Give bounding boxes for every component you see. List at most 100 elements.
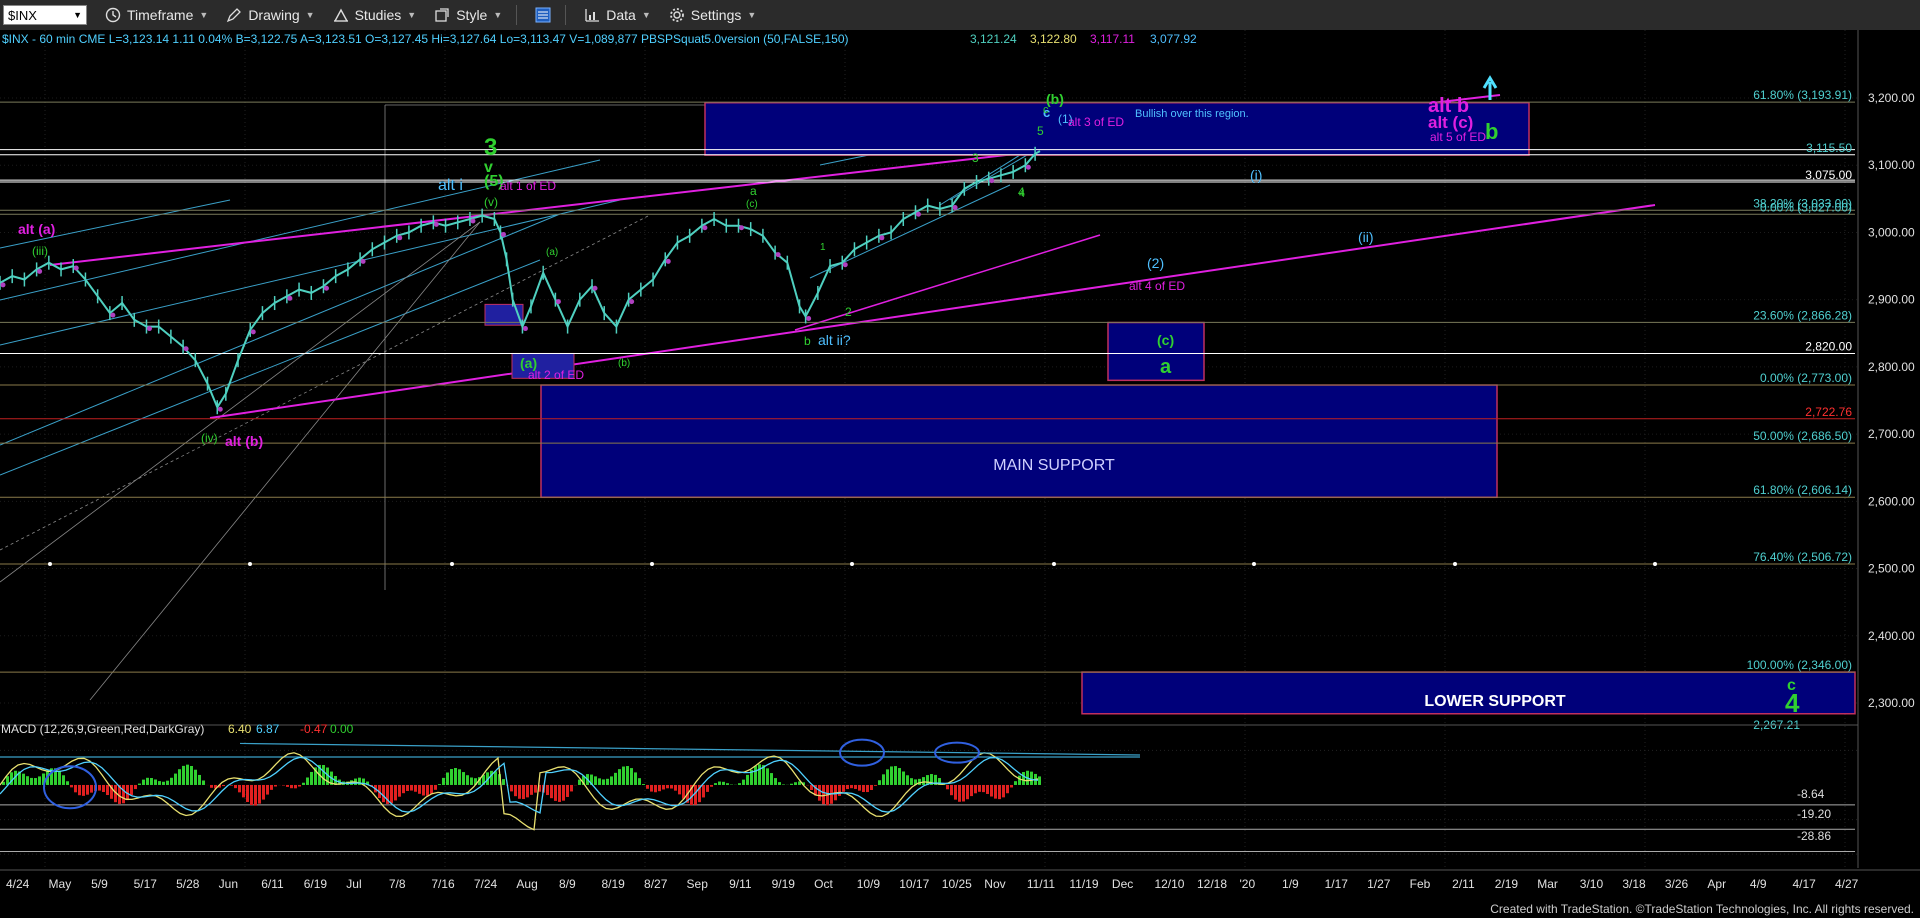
macd-hist-bar <box>222 784 225 787</box>
wave-label: alt ii? <box>818 332 851 348</box>
time-tick-label: 8/9 <box>559 877 576 891</box>
wave-label: 3 <box>972 151 979 165</box>
macd-hist-bar <box>570 784 573 792</box>
macd-v4: 0.00 <box>330 722 354 736</box>
price-tick-label: 2,600.00 <box>1868 494 1915 508</box>
macd-hist-bar <box>246 784 249 803</box>
pivot-dot <box>702 225 708 231</box>
data-button[interactable]: Data ▼ <box>584 7 651 23</box>
time-tick-label: May <box>49 877 72 891</box>
layout-button[interactable] <box>535 7 551 23</box>
level-label: 50.00% (2,686.50) <box>1753 429 1852 443</box>
macd-hist-bar <box>154 779 157 785</box>
macd-hist-bar <box>402 784 405 794</box>
macd-hist-bar <box>678 784 681 795</box>
studies-icon <box>333 8 348 22</box>
style-button[interactable]: Style ▼ <box>434 7 502 23</box>
macd-hist-bar <box>758 764 761 785</box>
wave-label: (ii) <box>1358 229 1374 245</box>
clock-icon <box>105 7 121 23</box>
price-tick-label: 2,800.00 <box>1868 360 1915 374</box>
wave-label: 4 <box>1019 188 1025 200</box>
time-tick-label: 3/10 <box>1580 877 1604 891</box>
settings-button[interactable]: Settings ▼ <box>669 7 756 23</box>
pivot-dot <box>323 285 329 291</box>
macd-hist-bar <box>682 784 685 799</box>
macd-hist-bar <box>182 765 185 785</box>
wave-label: alt 1 of ED <box>500 179 556 193</box>
pivot-dot <box>522 326 528 332</box>
macd-hist-bar <box>210 784 213 788</box>
macd-hist-bar <box>34 778 37 785</box>
level-label: 100.00% (2,346.00) <box>1747 658 1852 672</box>
wave-label: -28.86 <box>1797 829 1831 843</box>
macd-hist-bar <box>454 768 457 785</box>
macd-hist-bar <box>850 784 853 789</box>
macd-hist-bar <box>982 784 985 793</box>
macd-hist-bar <box>818 784 821 801</box>
macd-hist-bar <box>74 784 77 793</box>
wave-label: 2 <box>845 305 852 319</box>
time-tick-label: 3/18 <box>1622 877 1646 891</box>
macd-hist-bar <box>446 772 449 785</box>
time-tick-label: Feb <box>1410 877 1431 891</box>
macd-hist-bar <box>494 771 497 785</box>
timeframe-button[interactable]: Timeframe ▼ <box>105 7 208 23</box>
drawing-button[interactable]: Drawing ▼ <box>226 7 315 23</box>
macd-hist-bar <box>870 784 873 791</box>
time-tick-label: 10/17 <box>899 877 929 891</box>
wave-label: (iv) <box>201 431 218 445</box>
macd-hist-bar <box>650 784 653 792</box>
time-tick-label: 3/26 <box>1665 877 1689 891</box>
level-marker <box>1052 562 1056 567</box>
level-label: 2,820.00 <box>1805 339 1852 353</box>
macd-hist-bar <box>290 784 293 789</box>
macd-hist-bar <box>842 784 845 792</box>
time-tick-label: 12/18 <box>1197 877 1227 891</box>
data-label: Data <box>606 7 636 23</box>
price-tick-label: 2,400.00 <box>1868 629 1915 643</box>
price-axis: 3,200.00 3,100.00 3,000.00 2,900.00 2,800.00… <box>1857 30 1920 890</box>
macd-hist-bar <box>462 772 465 785</box>
wave-label: (c) <box>1157 332 1174 348</box>
macd-hist-bar <box>198 774 201 785</box>
style-icon <box>435 8 449 22</box>
macd-hist-bar <box>82 784 85 796</box>
wave-label: (v) <box>484 195 498 209</box>
macd-hist-bar <box>782 784 785 785</box>
time-tick-label: 2/19 <box>1495 877 1519 891</box>
macd-hist-bar <box>390 784 393 804</box>
pencil-icon <box>227 8 242 23</box>
timeframe-label: Timeframe <box>127 7 194 23</box>
macd-hist-bar <box>86 784 89 795</box>
time-tick-label: 6/19 <box>304 877 328 891</box>
bullish-note: Bullish over this region. <box>1135 108 1249 120</box>
pivot-dot <box>0 282 6 288</box>
macd-hist-bar <box>230 784 233 786</box>
macd-hist-bar <box>422 784 425 796</box>
wave-label: (iii) <box>32 244 48 258</box>
level-marker <box>248 562 252 567</box>
price-chart[interactable]: 61.80% (3,193.91)3,123.143,115.503,077.9… <box>0 30 1920 918</box>
macd-hist-bar <box>610 776 613 785</box>
macd-hist-bar <box>822 784 825 805</box>
symbol-selector[interactable]: $INX ▼ <box>3 5 87 25</box>
time-tick-label: 4/17 <box>1792 877 1816 891</box>
macd-hist-bar <box>974 784 977 794</box>
caret-down-icon: ▼ <box>305 10 315 20</box>
studies-button[interactable]: Studies ▼ <box>333 7 416 23</box>
macd-hist-bar <box>998 784 1001 800</box>
time-tick-label: Apr <box>1707 877 1726 891</box>
macd-hist-bar <box>954 784 957 800</box>
macd-hist-bar <box>1010 784 1013 788</box>
macd-hist-bar <box>646 784 649 789</box>
macd-hist-bar <box>30 777 33 785</box>
macd-hist-bar <box>962 784 965 802</box>
macd-hist-bar <box>194 769 197 785</box>
level-label: 2,722.76 <box>1805 405 1852 419</box>
time-tick-label: 7/8 <box>389 877 406 891</box>
macd-hist-bar <box>562 784 565 801</box>
macd-hist-bar <box>774 778 777 785</box>
macd-hist-bar <box>190 765 193 785</box>
macd-hist-bar <box>294 784 297 789</box>
